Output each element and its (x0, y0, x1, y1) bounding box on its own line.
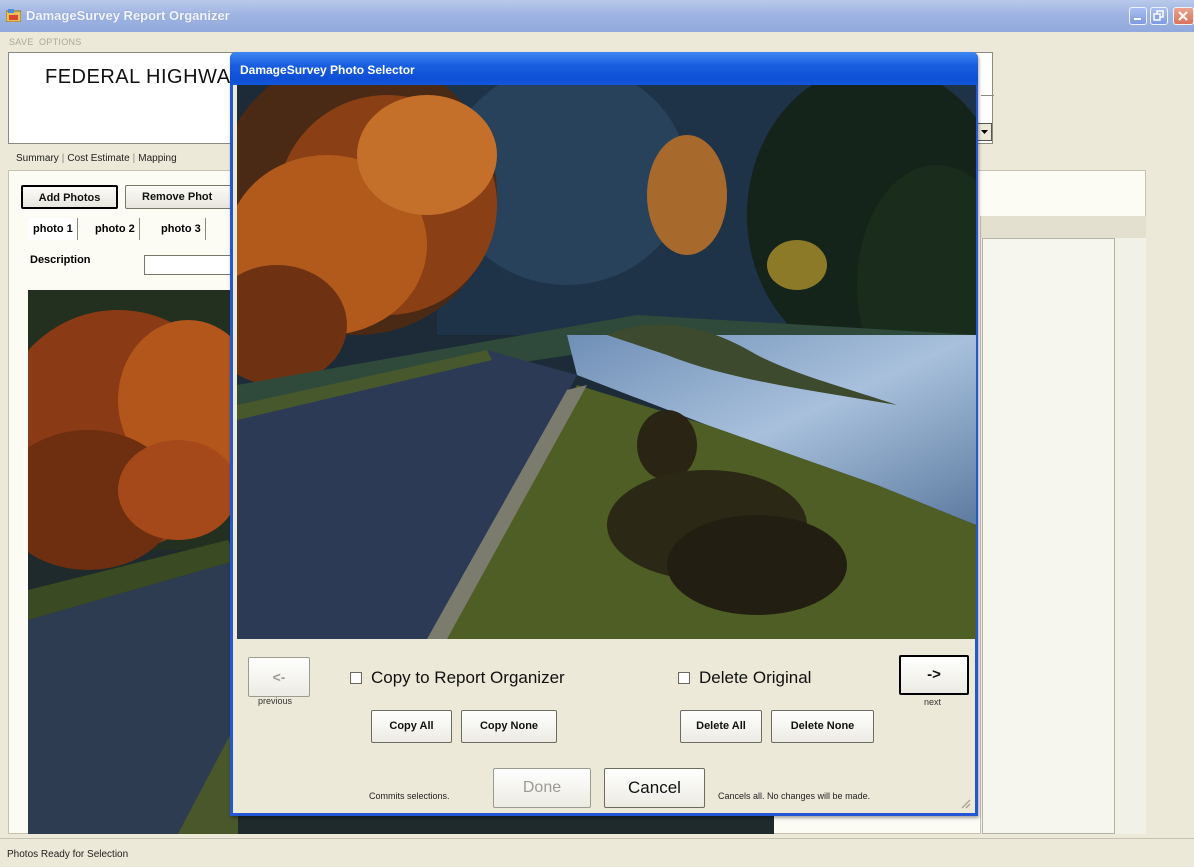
next-button[interactable]: -> (899, 655, 969, 695)
header-divider (981, 95, 994, 96)
copy-to-organizer-label[interactable]: Copy to Report Organizer (371, 668, 565, 688)
delete-original-label[interactable]: Delete Original (699, 668, 811, 688)
tab-photo-2[interactable]: photo 2 (91, 218, 140, 240)
main-tab-strip: Summary | Cost Estimate | Mapping (13, 153, 180, 169)
copy-to-organizer-checkbox[interactable] (350, 672, 362, 684)
tab-photo-3[interactable]: photo 3 (157, 218, 206, 240)
window-title: DamageSurvey Report Organizer (26, 8, 230, 23)
next-caption: next (924, 697, 942, 707)
right-side-panel (982, 238, 1115, 834)
minimize-icon (1134, 18, 1141, 20)
header-title: FEDERAL HIGHWA (45, 66, 231, 88)
status-bar: Photos Ready for Selection (0, 838, 1194, 867)
tab-cost-estimate[interactable]: Cost Estimate (64, 153, 132, 164)
done-button[interactable]: Done (493, 768, 591, 808)
restore-icon (1153, 10, 1164, 21)
resize-grip-icon[interactable] (959, 797, 971, 809)
cancels-caption: Cancels all. No changes will be made. (718, 791, 871, 801)
delete-none-button[interactable]: Delete None (771, 710, 874, 743)
menu-options[interactable]: OPTIONS (39, 37, 82, 47)
chevron-down-icon (981, 130, 988, 134)
dialog-title: DamageSurvey Photo Selector (240, 63, 415, 77)
dialog-title-bar[interactable]: DamageSurvey Photo Selector (230, 52, 978, 85)
remove-photos-button[interactable]: Remove Phot (125, 185, 237, 209)
description-input[interactable] (144, 255, 234, 275)
copy-none-button[interactable]: Copy None (461, 710, 557, 743)
right-side-frame (980, 216, 1146, 834)
add-photos-button[interactable]: Add Photos (21, 185, 118, 209)
delete-all-button[interactable]: Delete All (680, 710, 762, 743)
cancel-button[interactable]: Cancel (604, 768, 705, 808)
preview-photo (237, 85, 976, 639)
previous-button[interactable]: <- (248, 657, 310, 697)
close-button[interactable] (1173, 7, 1194, 25)
status-text: Photos Ready for Selection (7, 849, 129, 860)
menu-save[interactable]: SAVE (9, 37, 34, 47)
menu-bar: SAVE OPTIONS (0, 32, 1194, 52)
delete-original-checkbox[interactable] (678, 672, 690, 684)
description-label: Description (30, 254, 91, 266)
main-title-bar[interactable]: DamageSurvey Report Organizer (0, 0, 1194, 32)
restore-button[interactable] (1150, 7, 1168, 25)
header-dropdown[interactable] (977, 123, 992, 141)
frame-header-strip (981, 216, 1146, 238)
previous-caption: previous (258, 696, 293, 706)
tab-summary[interactable]: Summary (13, 153, 62, 164)
copy-all-button[interactable]: Copy All (371, 710, 452, 743)
photo-selector-dialog: DamageSurvey Photo Selector <- previous … (230, 52, 978, 816)
app-icon (6, 9, 21, 22)
tab-mapping[interactable]: Mapping (135, 153, 179, 164)
commits-caption: Commits selections. (369, 791, 450, 801)
close-icon (1178, 11, 1188, 21)
minimize-button[interactable] (1129, 7, 1147, 25)
tab-photo-1[interactable]: photo 1 (29, 218, 78, 240)
